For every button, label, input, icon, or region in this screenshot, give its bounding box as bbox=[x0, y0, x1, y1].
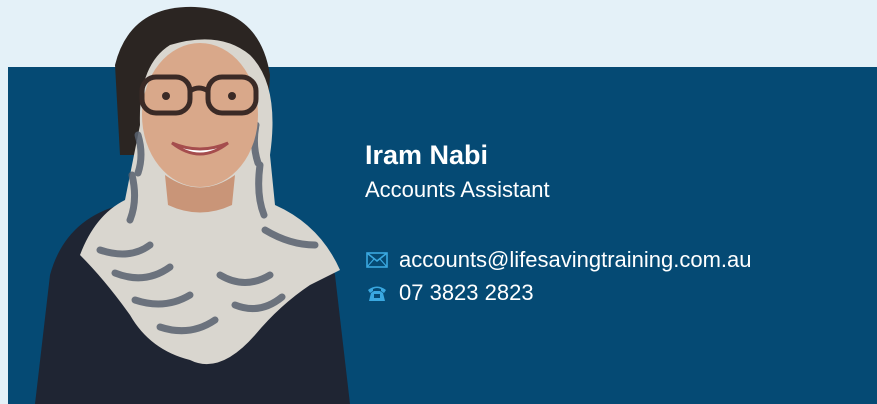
staff-info: Iram Nabi Accounts Assistant accounts@li… bbox=[365, 138, 752, 309]
phone-row[interactable]: 07 3823 2823 bbox=[365, 276, 752, 309]
staff-photo bbox=[20, 5, 355, 404]
staff-role: Accounts Assistant bbox=[365, 177, 550, 202]
staff-name: Iram Nabi bbox=[365, 140, 489, 170]
telephone-icon bbox=[365, 281, 389, 305]
contact-details: accounts@lifesavingtraining.com.au 07 38… bbox=[365, 243, 752, 309]
email-link[interactable]: accounts@lifesavingtraining.com.au bbox=[399, 243, 752, 276]
envelope-icon bbox=[365, 248, 389, 272]
email-row[interactable]: accounts@lifesavingtraining.com.au bbox=[365, 243, 752, 276]
phone-number[interactable]: 07 3823 2823 bbox=[399, 276, 534, 309]
